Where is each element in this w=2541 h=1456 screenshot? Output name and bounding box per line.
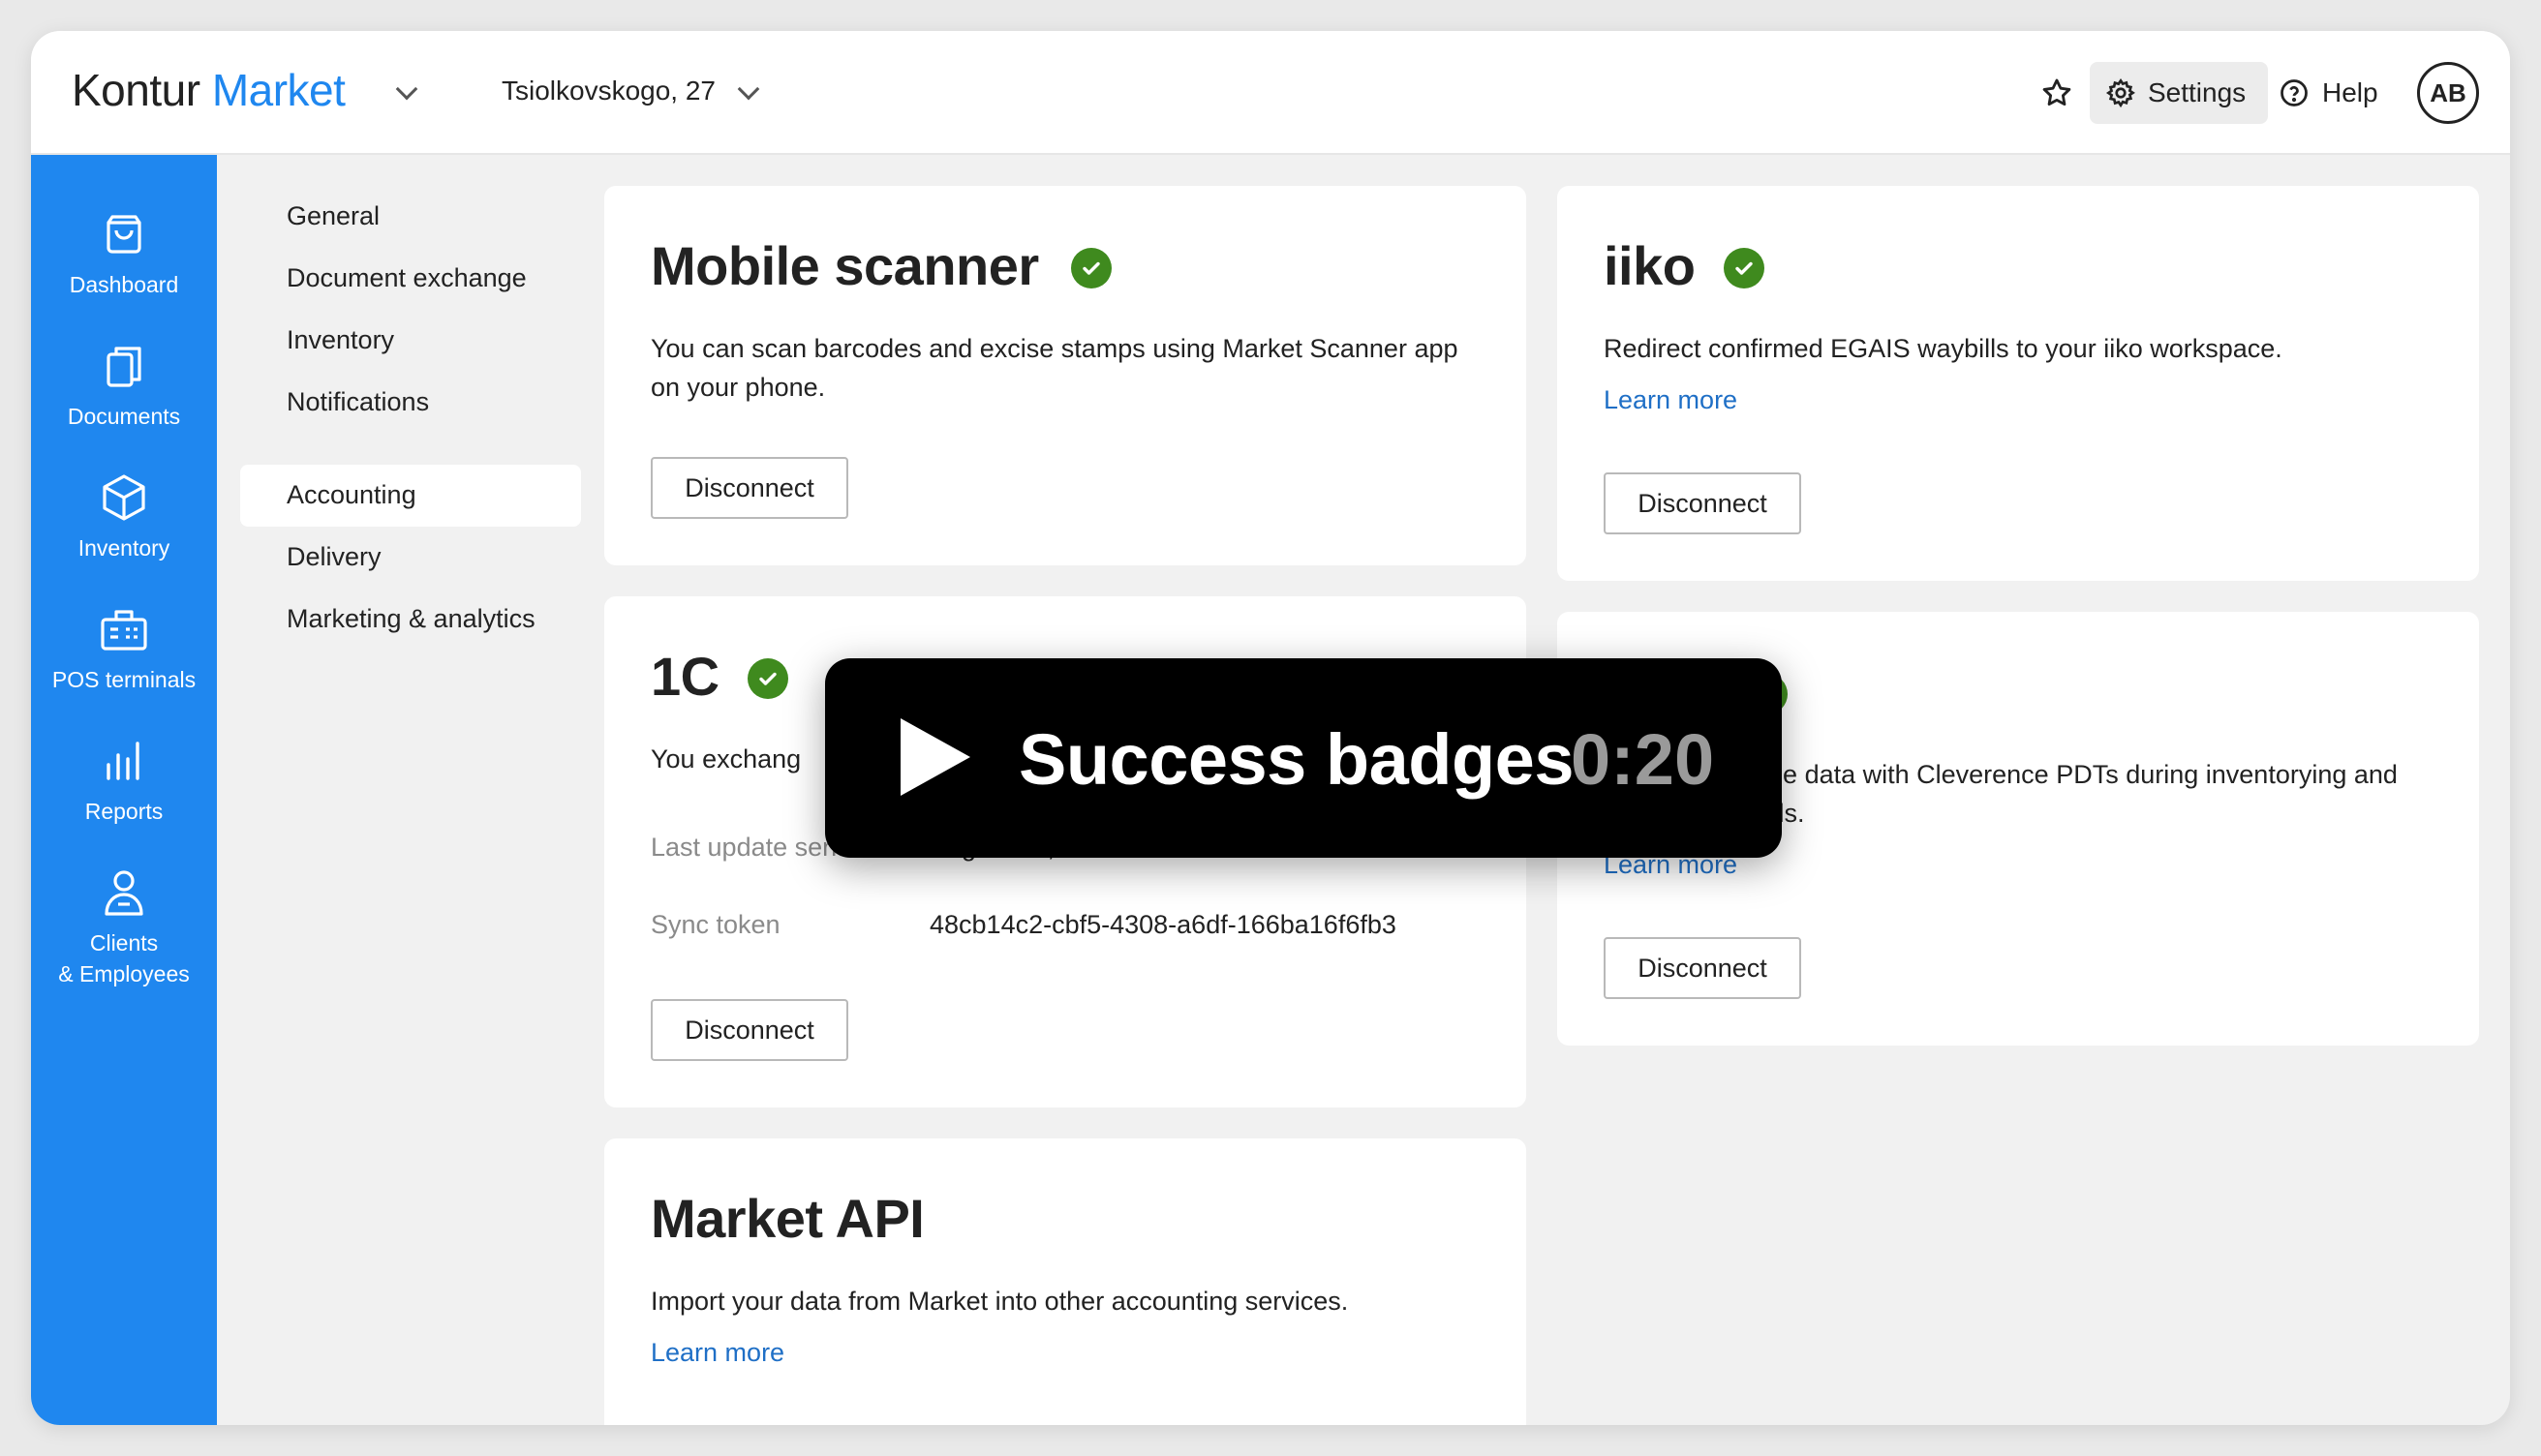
chevron-down-icon[interactable] [737,77,760,101]
sidebar: Dashboard Documents Inventory POS termin… [31,155,217,1425]
last-update-label: Last update sent [651,833,844,862]
success-check-icon [1071,248,1112,288]
sidebar-item-reports[interactable]: Reports [31,732,217,827]
shopping-bag-icon [107,215,141,254]
success-check-icon [1724,248,1764,288]
card-description: Redirect confirmed EGAIS waybills to you… [1604,334,2282,363]
play-icon[interactable] [901,718,970,796]
market-api-card: Market API Import your data from Market … [604,1138,1526,1425]
learn-more-link[interactable]: Learn more [651,1338,784,1368]
avatar[interactable]: AB [2417,62,2479,124]
store-selector[interactable]: Tsiolkovskogo, 27 [502,76,716,106]
sidebar-item-label: POS terminals [51,667,197,692]
sidebar-item-documents[interactable]: Documents [31,337,217,432]
mobile-scanner-card: Mobile scanner You can scan barcodes and… [604,186,1526,565]
card-title: Mobile scanner [651,235,1039,296]
submenu-item-marketing-analytics[interactable]: Marketing & analytics [287,604,536,634]
bar-chart-icon [107,742,139,780]
sidebar-item-label: Inventory [77,535,170,561]
sidebar-item-inventory[interactable]: Inventory [31,469,217,563]
sidebar-item-clients-employees[interactable]: Clients & Employees [31,864,217,989]
app-window: Kontur Market Tsiolkovskogo, 27 Settings… [31,31,2510,1425]
submenu-item-document-exchange[interactable]: Document exchange [287,263,527,293]
sidebar-item-pos-terminals[interactable]: POS terminals [31,600,217,695]
success-check-icon [748,658,788,699]
settings-label: Settings [2148,77,2247,107]
disconnect-button[interactable]: Disconnect [651,457,848,519]
favorite-star-icon[interactable] [2034,70,2080,116]
gear-icon [2105,77,2135,108]
chevron-down-icon[interactable] [395,77,418,101]
settings-button[interactable]: Settings [2090,62,2268,124]
sidebar-item-label: Documents [67,404,181,429]
sidebar-item-dashboard[interactable]: Dashboard [31,205,217,300]
help-label: Help [2322,77,2378,107]
submenu-item-notifications[interactable]: Notifications [287,387,429,417]
sidebar-item-label: Reports [84,799,164,824]
documents-icon [107,347,141,387]
sidebar-item-label: Dashboard [69,272,179,297]
sidebar-item-label-line2: & Employees [58,961,190,986]
card-title: Market API [651,1188,925,1249]
card-title: 1C [651,646,719,707]
card-description: You can scan barcodes and excise stamps … [651,334,1458,402]
box-icon [103,474,145,521]
video-player-overlay[interactable]: Success badges 0:20 [825,658,1782,858]
card-description-line1: ange data with Cleverence PDTs during in… [1739,760,2398,789]
top-bar: Kontur Market Tsiolkovskogo, 27 Settings… [31,31,2510,155]
logo[interactable]: Kontur Market [72,64,346,116]
iiko-card: iiko Redirect confirmed EGAIS waybills t… [1557,186,2479,581]
disconnect-button[interactable]: Disconnect [651,999,848,1061]
submenu-item-delivery[interactable]: Delivery [287,542,382,572]
pos-terminal-icon [101,610,147,651]
video-duration: 0:20 [1571,719,1715,800]
logo-kontur: Kontur [72,65,200,115]
video-title: Success badges [1019,719,1574,800]
help-icon [2281,79,2308,106]
logo-market: Market [211,65,346,115]
card-description: Import your data from Market into other … [651,1287,1349,1316]
submenu-item-general[interactable]: General [287,201,380,231]
help-button[interactable]: Help [2280,62,2415,124]
disconnect-button[interactable]: Disconnect [1604,472,1801,534]
person-icon [105,870,143,916]
card-title: iiko [1604,235,1696,296]
submenu-item-inventory[interactable]: Inventory [287,325,394,355]
learn-more-link[interactable]: Learn more [1604,385,1737,415]
disconnect-button[interactable]: Disconnect [1604,937,1801,999]
submenu-item-accounting[interactable]: Accounting [287,480,416,510]
sync-token-label: Sync token [651,910,781,939]
sidebar-item-label: Clients [89,930,159,956]
sync-token-value[interactable]: 48cb14c2-cbf5-4308-a6df-166ba16f6fb3 [930,910,1396,940]
